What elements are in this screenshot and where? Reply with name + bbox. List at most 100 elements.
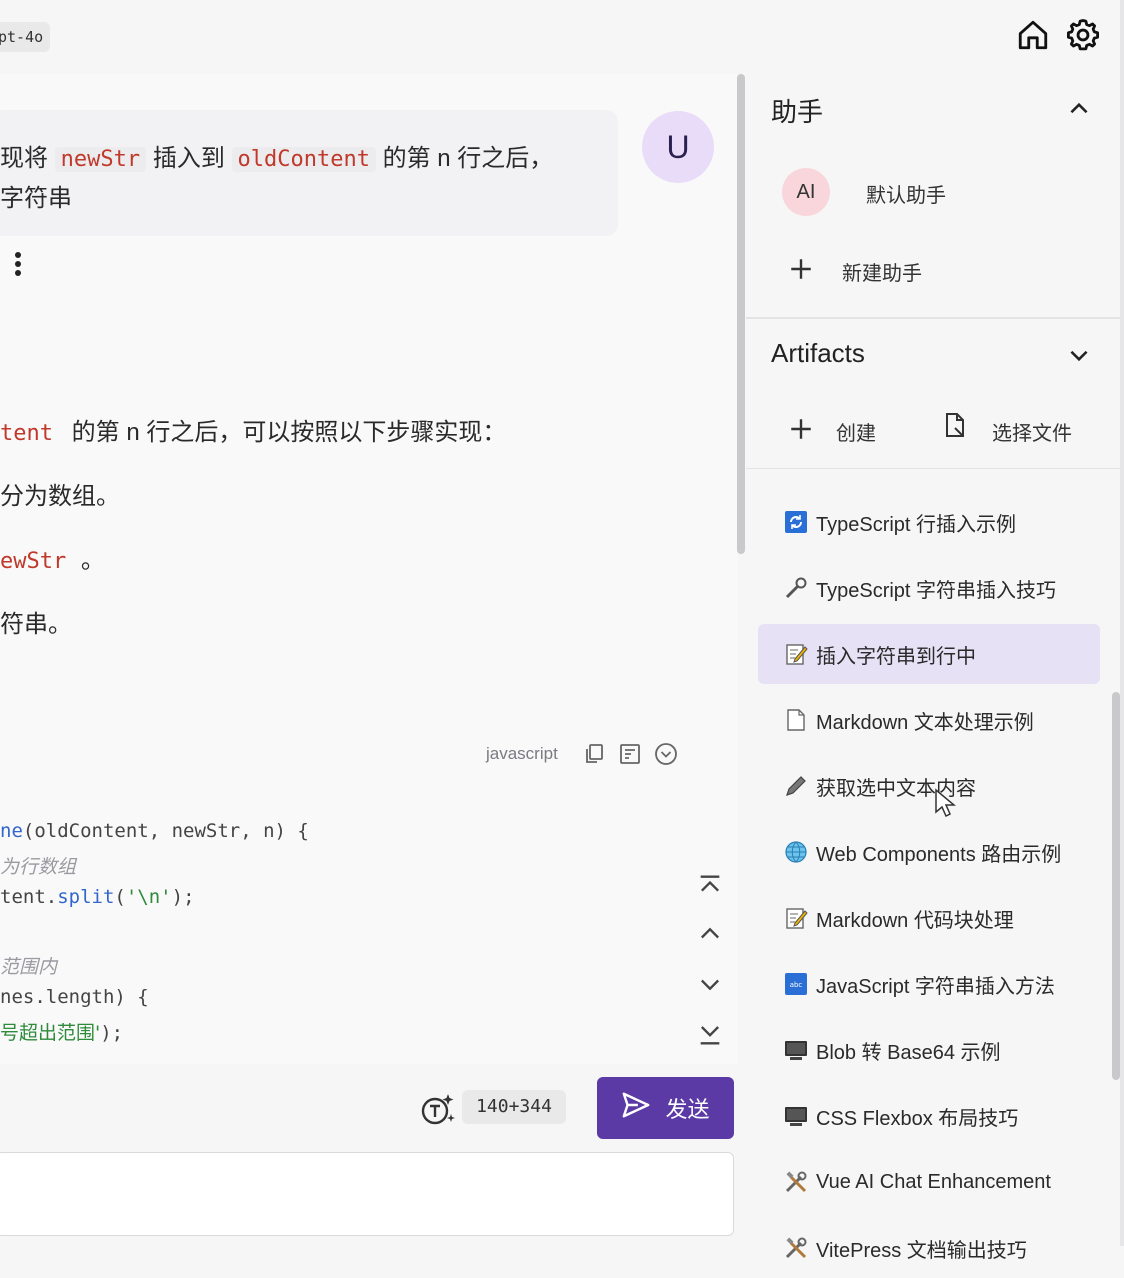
plus-icon[interactable] xyxy=(788,416,814,442)
tools-icon xyxy=(784,1170,808,1194)
sidebar-scrollbar[interactable] xyxy=(1112,692,1120,1080)
artifact-item[interactable]: TypeScript 字符串插入技巧 xyxy=(758,558,1100,618)
code-token: ne xyxy=(0,820,23,842)
answer-line-4: 符串。 xyxy=(0,611,72,638)
preview-icon[interactable] xyxy=(618,742,644,768)
divider xyxy=(746,468,1120,469)
chevron-down-icon[interactable] xyxy=(1066,342,1092,368)
scroll-to-bottom-icon[interactable] xyxy=(696,1020,724,1048)
user-message-line-2: 字符串 xyxy=(0,185,72,212)
answer-line-2: 分为数组。 xyxy=(0,483,120,510)
globe-icon xyxy=(784,840,808,864)
chevron-up-icon[interactable] xyxy=(1066,96,1092,122)
token-count-chip: 140+344 xyxy=(462,1090,566,1124)
artifact-item[interactable]: abc JavaScript 字符串插入方法 xyxy=(758,954,1100,1014)
artifact-item-label: TypeScript 行插入示例 xyxy=(816,513,1017,536)
assistant-item-default[interactable]: 默认助手 xyxy=(866,179,946,208)
code-line-1: ne(oldContent, newStr, n) { xyxy=(0,820,309,842)
gear-icon[interactable] xyxy=(1066,18,1100,52)
artifact-item[interactable]: CSS Flexbox 布局技巧 xyxy=(758,1086,1100,1146)
text: 的第 n 行之后， xyxy=(382,145,554,172)
scroll-to-top-icon[interactable] xyxy=(696,872,724,900)
code-block: javascript ne(oldContent, newStr, n) { 为… xyxy=(0,730,738,1064)
text-recognition-icon[interactable] xyxy=(418,1090,456,1128)
artifact-item[interactable]: Markdown 代码块处理 xyxy=(758,888,1100,948)
model-selector-chip[interactable]: pt-4o xyxy=(0,22,50,52)
text: 。 xyxy=(80,547,105,574)
user-message-line-1: 现将 newStr 插入到 oldContent 的第 n 行之后， xyxy=(0,138,553,173)
svg-text:abc: abc xyxy=(790,981,803,989)
code-token: tent. xyxy=(0,886,58,908)
answer-line-3: ewStr 。 xyxy=(0,540,105,575)
artifact-item-label: Vue AI Chat Enhancement xyxy=(816,1170,1051,1193)
select-file-button[interactable]: 选择文件 xyxy=(992,417,1072,446)
code-token: 号超出范围' xyxy=(0,1022,101,1044)
monitor-icon xyxy=(784,1038,808,1062)
plus-icon[interactable] xyxy=(788,256,814,282)
refresh-blue-icon xyxy=(784,510,808,534)
inline-code: newStr xyxy=(54,147,147,172)
artifact-item[interactable]: Markdown 文本处理示例 xyxy=(758,690,1100,750)
code-token: '\n' xyxy=(125,886,172,908)
inline-code: ewStr xyxy=(0,549,67,574)
text: 插入到 xyxy=(152,145,225,172)
new-assistant-button[interactable]: 新建助手 xyxy=(842,257,922,286)
send-label: 发送 xyxy=(665,1097,710,1122)
artifact-item-label: TypeScript 字符串插入技巧 xyxy=(816,579,1057,602)
chat-scrollbar[interactable] xyxy=(737,74,745,554)
artifact-item[interactable]: TypeScript 行插入示例 xyxy=(758,492,1100,552)
page-icon xyxy=(784,708,808,732)
artifact-item-label: VitePress 文档输出技巧 xyxy=(816,1239,1027,1262)
artifact-item-label: Markdown 代码块处理 xyxy=(816,909,1014,932)
code-token: ( xyxy=(114,886,126,908)
tools-icon xyxy=(784,1236,808,1260)
file-open-icon[interactable] xyxy=(942,412,974,446)
text: 现将 xyxy=(0,145,48,172)
inline-code: tent xyxy=(0,421,53,446)
user-avatar: U xyxy=(642,111,714,183)
artifact-item[interactable]: Vue AI Chat Enhancement xyxy=(758,1152,1100,1212)
memo-icon xyxy=(784,906,808,930)
mouse-cursor-icon xyxy=(934,788,957,818)
artifact-item-label: JavaScript 字符串插入方法 xyxy=(816,975,1055,998)
code-token: (oldContent, newStr, n) { xyxy=(22,820,309,842)
artifact-item-label: Web Components 路由示例 xyxy=(816,843,1062,866)
artifact-item[interactable]: Blob 转 Base64 示例 xyxy=(758,1020,1100,1080)
code-language-label: javascript xyxy=(486,744,558,763)
code-line-2: 为行数组 xyxy=(0,857,77,878)
right-sidebar: 助手 AI 默认助手 新建助手 Artifacts 创建 选择文件 TypeSc… xyxy=(746,74,1120,1262)
copy-icon[interactable] xyxy=(582,742,608,768)
home-icon[interactable] xyxy=(1016,18,1050,52)
send-button[interactable]: 发送 xyxy=(597,1077,734,1139)
artifact-item[interactable]: VitePress 文档输出技巧 xyxy=(758,1218,1100,1278)
inline-code: oldContent xyxy=(231,147,376,172)
code-line-5: nes.length) { xyxy=(0,986,149,1008)
abc-icon: abc xyxy=(784,972,808,996)
answer-line-1: tent 的第 n 行之后，可以按照以下步骤实现： xyxy=(0,412,506,447)
code-line-4: 范围内 xyxy=(0,957,58,978)
code-token: ); xyxy=(171,886,195,908)
collapse-circle-icon[interactable] xyxy=(654,742,680,768)
user-message-bubble xyxy=(0,110,618,236)
monitor-icon xyxy=(784,1104,808,1128)
assistant-avatar: AI xyxy=(782,168,830,216)
artifact-item[interactable]: Web Components 路由示例 xyxy=(758,822,1100,882)
artifact-item[interactable]: 获取选中文本内容 xyxy=(758,756,1100,816)
artifact-item-label: 插入字符串到行中 xyxy=(816,645,976,668)
create-artifact-button[interactable]: 创建 xyxy=(836,417,876,446)
more-options-icon[interactable] xyxy=(10,250,26,280)
pen-icon xyxy=(784,774,808,798)
code-token: split xyxy=(57,886,115,908)
chat-area: 现将 newStr 插入到 oldContent 的第 n 行之后， 字符串 U… xyxy=(0,74,738,1064)
code-line-6: 号超出范围'); xyxy=(0,1018,123,1045)
message-input[interactable] xyxy=(0,1152,734,1236)
code-line-3: tent.split('\n'); xyxy=(0,886,195,908)
artifacts-title: Artifacts xyxy=(771,338,865,368)
artifact-item[interactable]: 插入字符串到行中 xyxy=(758,624,1100,684)
scroll-down-icon[interactable] xyxy=(696,970,724,998)
artifact-item-label: CSS Flexbox 布局技巧 xyxy=(816,1107,1019,1130)
scroll-up-icon[interactable] xyxy=(696,920,724,948)
divider xyxy=(746,317,1120,319)
code-token: ); xyxy=(100,1022,124,1044)
assistants-title: 助手 xyxy=(771,97,824,127)
